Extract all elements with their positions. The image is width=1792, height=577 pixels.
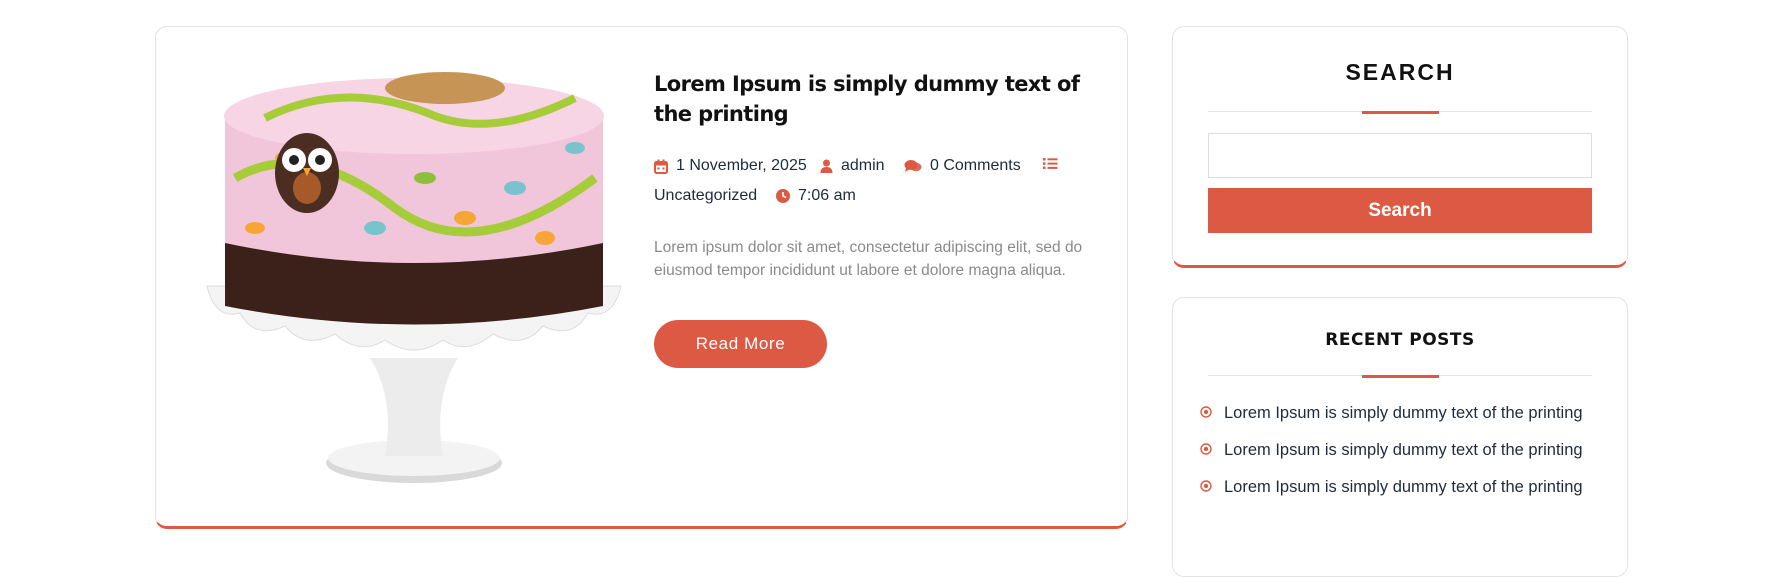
recent-post-link[interactable]: Lorem Ipsum is simply dummy text of the … (1224, 440, 1600, 461)
recent-post-item: Lorem Ipsum is simply dummy text of the … (1200, 403, 1600, 424)
circle-dot-icon (1200, 480, 1212, 492)
post-date: 1 November, 2025 (676, 157, 807, 174)
read-more-button[interactable]: Read More (654, 320, 827, 368)
recent-post-link[interactable]: Lorem Ipsum is simply dummy text of the … (1224, 477, 1600, 498)
comments-icon (904, 160, 922, 172)
search-input[interactable] (1208, 133, 1592, 178)
post-comments: 0 Comments (930, 157, 1021, 174)
circle-dot-icon (1200, 406, 1212, 418)
post-time: 7:06 am (798, 187, 856, 204)
title-accent-bar (1362, 375, 1439, 378)
recent-posts-list: Lorem Ipsum is simply dummy text of the … (1200, 403, 1600, 514)
post-excerpt: Lorem ipsum dolor sit amet, consectetur … (654, 239, 1083, 279)
recent-post-item: Lorem Ipsum is simply dummy text of the … (1200, 477, 1600, 498)
post-author: admin (841, 157, 885, 174)
post-category-icon-wrap (1043, 157, 1066, 170)
circle-dot-icon (1200, 443, 1212, 455)
search-widget-title: SEARCH (1345, 59, 1455, 85)
calendar-icon (654, 159, 668, 174)
title-accent-bar (1362, 111, 1439, 114)
recent-post-item: Lorem Ipsum is simply dummy text of the … (1200, 440, 1600, 461)
recent-posts-title: RECENT POSTS (1325, 330, 1475, 350)
recent-posts-widget: RECENT POSTS Lorem Ipsum is simply dummy… (1172, 297, 1628, 577)
list-icon (1043, 158, 1058, 170)
post-time-meta[interactable]: 7:06 am (776, 187, 856, 205)
post-title[interactable]: Lorem Ipsum is simply dummy text of the … (654, 69, 1094, 129)
post-author-meta[interactable]: admin (820, 157, 885, 175)
post-category-meta[interactable]: Uncategorized (654, 187, 757, 205)
post-comments-meta[interactable]: 0 Comments (904, 157, 1021, 175)
recent-post-link[interactable]: Lorem Ipsum is simply dummy text of the … (1224, 403, 1600, 424)
post-featured-image[interactable] (195, 58, 633, 488)
search-widget: SEARCH Search (1172, 26, 1628, 268)
search-button[interactable]: Search (1208, 188, 1592, 233)
clock-icon (776, 189, 790, 203)
user-icon (820, 159, 833, 173)
post-category: Uncategorized (654, 187, 758, 204)
post-date-meta[interactable]: 1 November, 2025 (654, 157, 807, 175)
